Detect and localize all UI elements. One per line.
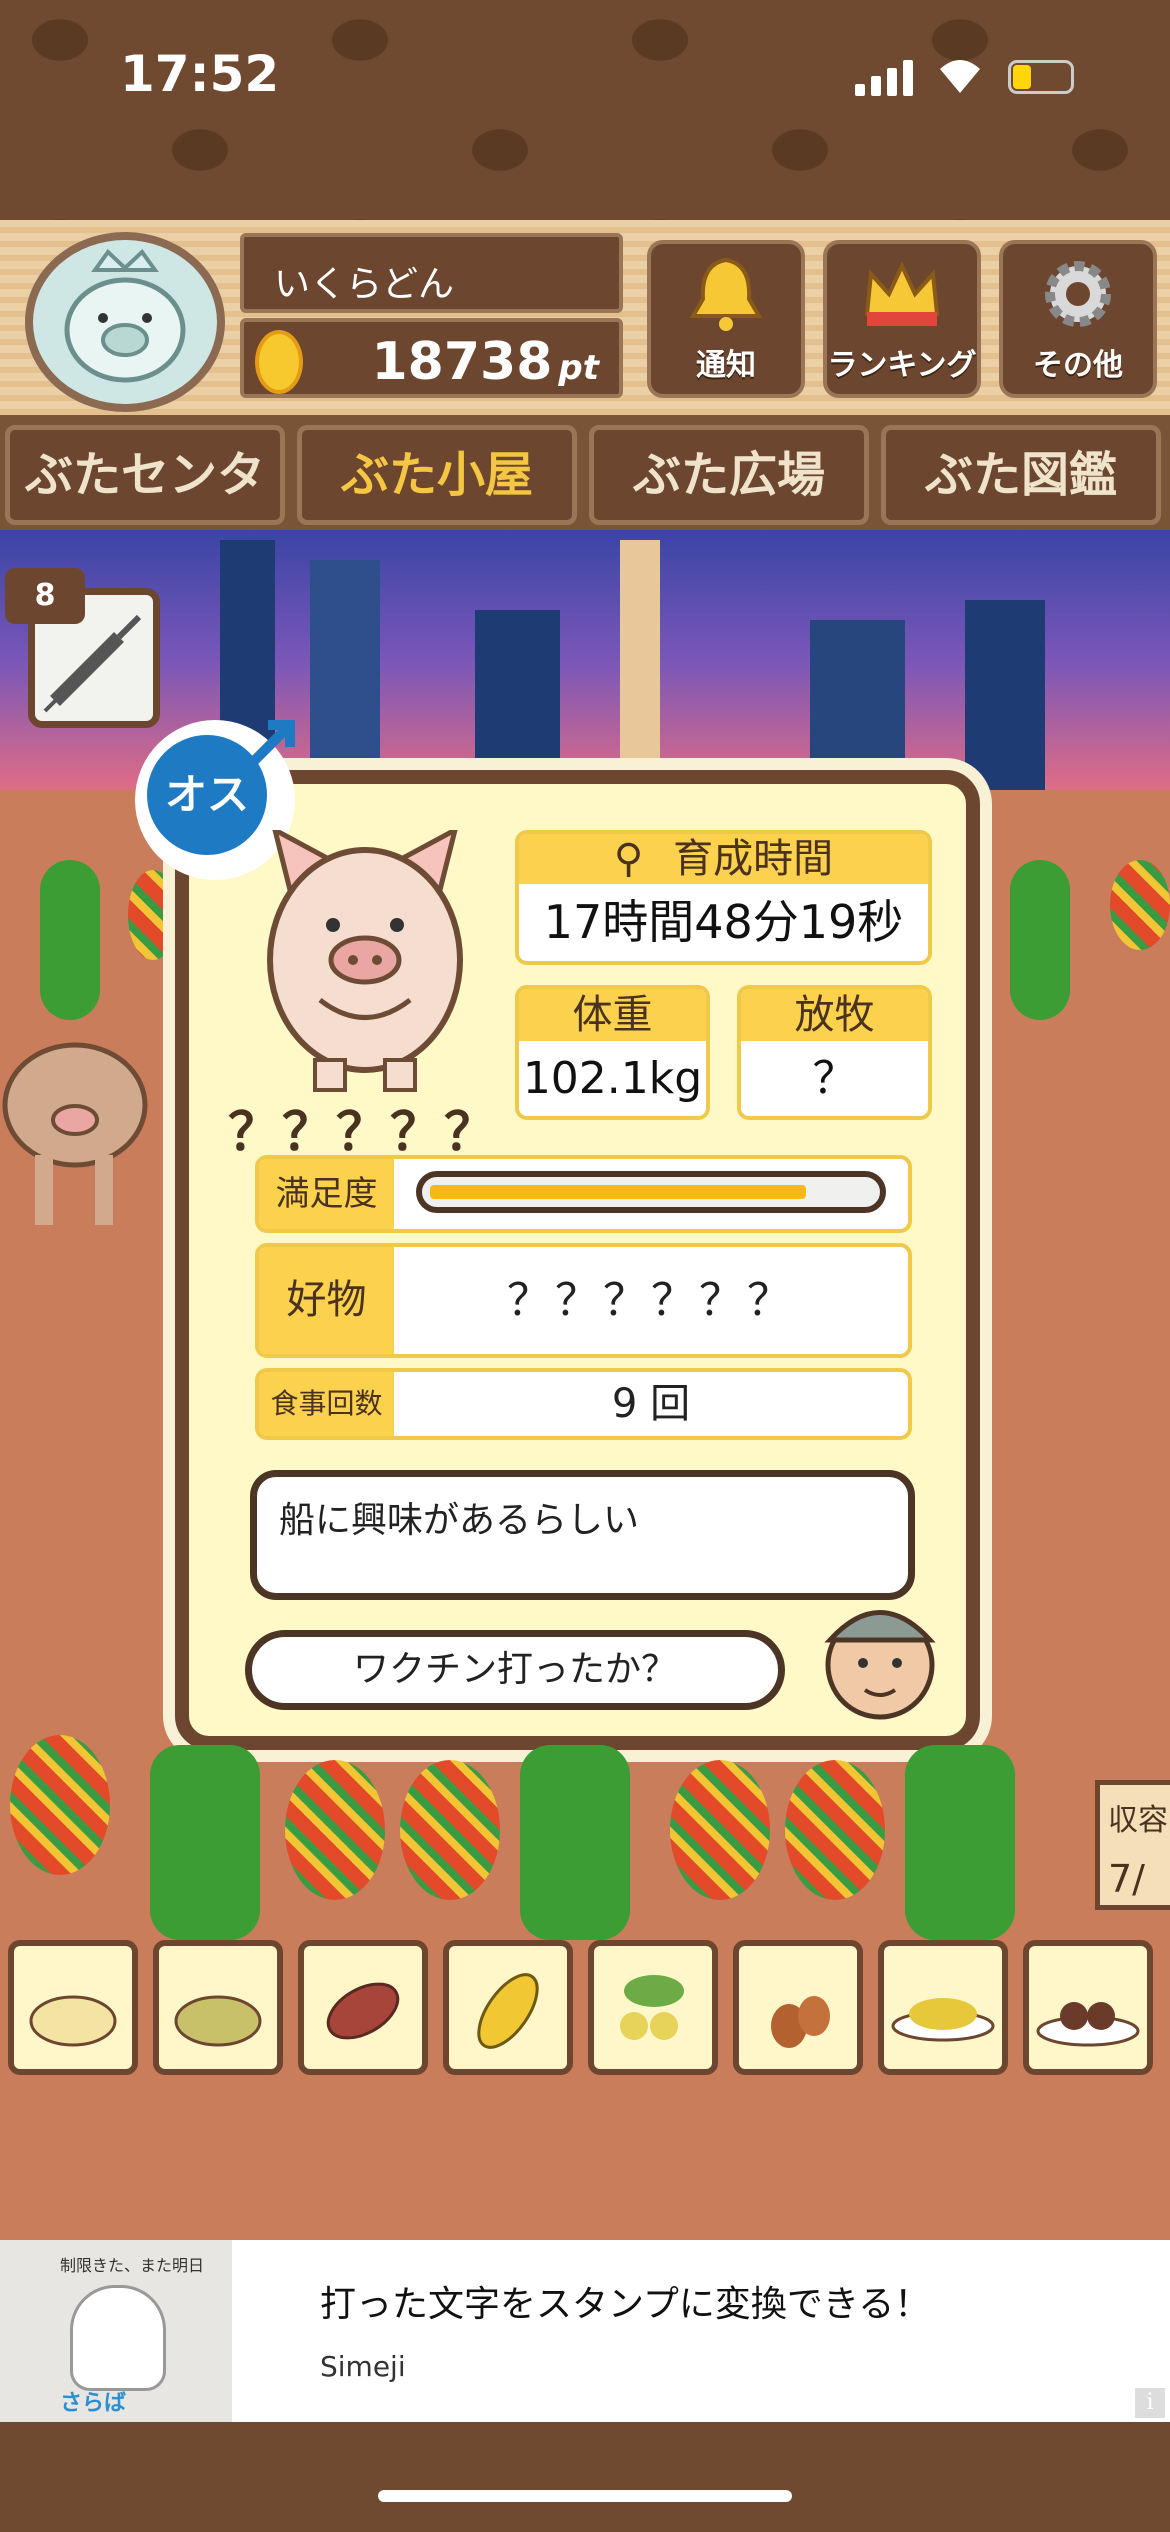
- status-bar: [0, 0, 1170, 220]
- bottom-background: [0, 2422, 1170, 2532]
- grazing-box: 放牧 ？: [737, 985, 932, 1120]
- food-slot-2[interactable]: [153, 1940, 283, 2075]
- coin-icon: [255, 330, 303, 394]
- background-pig: [0, 1025, 160, 1235]
- favorite-food-row: 好物 ？？？？？？: [255, 1243, 912, 1358]
- notify-button[interactable]: 通知: [647, 240, 805, 398]
- satisfaction-bar-container: [394, 1159, 908, 1229]
- home-indicator[interactable]: [378, 2490, 792, 2502]
- points-unit: pt: [558, 348, 599, 388]
- harvest-sign[interactable]: 収容 7/: [1095, 1780, 1170, 1910]
- satisfaction-row: 満足度: [255, 1155, 912, 1233]
- tab-buta-plaza[interactable]: ぶた広場: [589, 425, 869, 525]
- favorite-label: 好物: [259, 1247, 394, 1354]
- ad-image-caption: 制限きた、また明日: [60, 2256, 205, 2275]
- ad-info-icon[interactable]: i: [1135, 2388, 1165, 2418]
- other-button[interactable]: その他: [999, 240, 1157, 398]
- growth-time-box: ⚲ 育成時間 17時間48分19秒: [515, 830, 932, 965]
- growth-time-label: 育成時間: [673, 836, 834, 882]
- crown-icon: [864, 261, 940, 326]
- cactus: [40, 860, 100, 1020]
- meatball-plate-icon: [1036, 2002, 1140, 2047]
- ranking-label: ランキング: [827, 348, 977, 383]
- grain-pile-icon: [29, 1995, 117, 2047]
- cactus: [1010, 860, 1070, 1020]
- grazing-value: ？: [741, 1041, 928, 1116]
- username: いくらどん: [240, 233, 623, 313]
- bell-icon: [689, 257, 763, 331]
- points-value: 18738: [371, 332, 553, 392]
- satisfaction-bar-fill: [430, 1185, 806, 1199]
- satisfaction-bar: [416, 1171, 886, 1213]
- food-slot-4[interactable]: [443, 1940, 573, 2075]
- battery-icon: [1008, 60, 1074, 94]
- maraca: [128, 870, 178, 960]
- food-slot-7[interactable]: [878, 1940, 1008, 2075]
- farmer-face: [815, 1585, 945, 1720]
- ad-title[interactable]: 打った文字をスタンプに変換できる！: [320, 2275, 930, 2327]
- tab-buta-center[interactable]: ぶたセンター: [5, 425, 285, 593]
- maraca: [285, 1760, 385, 1900]
- farmer-speech-bubble: ワクチン打ったか？: [245, 1630, 785, 1710]
- maraca: [400, 1760, 500, 1900]
- ad-image[interactable]: 制限きた、また明日 さらば: [0, 2240, 232, 2422]
- food-slot-6[interactable]: [733, 1940, 863, 2075]
- satisfaction-label: 満足度: [259, 1159, 394, 1229]
- cactus: [150, 1745, 260, 1940]
- sweet-potato-icon: [326, 1982, 400, 2040]
- pig-speech-bubble: 船に興味があるらしい: [250, 1470, 915, 1600]
- maraca: [670, 1760, 770, 1900]
- meals-value: 9 回: [611, 1381, 691, 1427]
- gear-icon: [1045, 261, 1111, 327]
- acorn-icon: [771, 1996, 830, 2048]
- corn-icon: [477, 1973, 539, 2049]
- cactus: [905, 1745, 1015, 1940]
- maraca: [10, 1735, 110, 1875]
- pig-portrait: [255, 825, 475, 1095]
- growth-time-value: 17時間48分19秒: [519, 884, 928, 961]
- whistle-icon: ⚲: [613, 836, 644, 882]
- signal-icon: [855, 60, 915, 96]
- food-slot-3[interactable]: [298, 1940, 428, 2075]
- maraca: [785, 1760, 885, 1900]
- ranking-button[interactable]: ランキング: [823, 240, 981, 398]
- maraca: [1110, 860, 1170, 950]
- building: [310, 560, 380, 800]
- soybean-bowl-icon: [891, 1998, 995, 2042]
- favorite-value: ？？？？？？: [507, 1275, 795, 1326]
- food-slot-1[interactable]: [8, 1940, 138, 2075]
- harvest-count: 7/: [1108, 1857, 1145, 1901]
- growth-time-header: ⚲ 育成時間: [519, 834, 928, 884]
- vaccine-count-badge: 8: [5, 568, 85, 624]
- food-slot-5[interactable]: [588, 1940, 718, 2075]
- ad-sponsor: Simeji: [320, 2350, 406, 2383]
- meals-label: 食事回数: [259, 1372, 394, 1436]
- ad-ghost-icon: [70, 2285, 166, 2391]
- other-label: その他: [1033, 348, 1123, 383]
- tab-buta-hut[interactable]: ぶた小屋: [297, 425, 577, 525]
- wifi-icon: [935, 55, 985, 95]
- notify-label: 通知: [696, 348, 756, 383]
- meal-count-row: 食事回数 9 回: [255, 1368, 912, 1440]
- grazing-label: 放牧: [741, 989, 928, 1041]
- weight-value: 102.1kg: [519, 1041, 706, 1116]
- cactus: [520, 1745, 630, 1940]
- ad-image-word: さらば: [60, 2391, 127, 2416]
- food-slot-8[interactable]: [1023, 1940, 1153, 2075]
- pig-name: ？？？？？: [228, 1103, 499, 1163]
- mixed-grain-icon: [174, 1995, 262, 2047]
- building: [965, 600, 1045, 800]
- weight-box: 体重 102.1kg: [515, 985, 710, 1120]
- male-symbol-icon: [240, 715, 300, 775]
- weight-label: 体重: [519, 989, 706, 1041]
- harvest-label: 収容: [1108, 1803, 1168, 1838]
- player-avatar[interactable]: [25, 232, 225, 412]
- beans-icon: [620, 1975, 684, 2040]
- tab-buta-encyclopedia[interactable]: ぶた図鑑: [881, 425, 1161, 525]
- status-time: 17:52: [120, 45, 280, 103]
- wooden-post: [620, 540, 660, 760]
